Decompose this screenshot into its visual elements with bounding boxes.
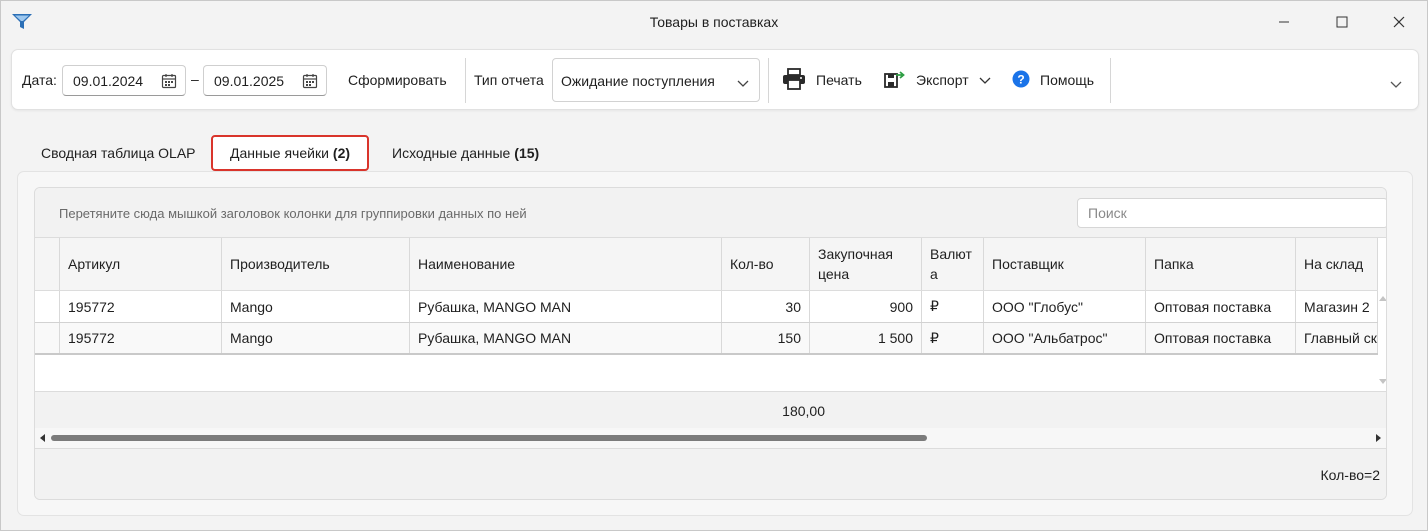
toolbar-divider bbox=[465, 58, 466, 103]
export-button[interactable]: Экспорт bbox=[884, 58, 991, 102]
chevron-down-icon bbox=[737, 75, 749, 91]
tab-label: Сводная таблица OLAP bbox=[41, 145, 196, 161]
report-type-value: Ожидание поступления bbox=[561, 73, 715, 89]
cell-supplier[interactable]: ООО "Глобус" bbox=[984, 291, 1146, 322]
close-button[interactable] bbox=[1376, 9, 1422, 35]
tab-label: Данные ячейки bbox=[230, 145, 329, 161]
column-header-name[interactable]: Наименование bbox=[410, 238, 722, 290]
toolbar-divider bbox=[768, 58, 769, 103]
cell-article[interactable]: 195772 bbox=[60, 291, 222, 322]
cell-supplier[interactable]: ООО "Альбатрос" bbox=[984, 323, 1146, 353]
cell-name[interactable]: Рубашка, MANGO MAN bbox=[410, 323, 722, 353]
chevron-down-icon bbox=[979, 72, 991, 88]
date-from-value: 09.01.2024 bbox=[73, 73, 144, 89]
cell-to-warehouse[interactable]: Магазин 2 bbox=[1296, 291, 1378, 322]
maximize-button[interactable] bbox=[1319, 9, 1365, 35]
column-header-supplier[interactable]: Поставщик bbox=[984, 238, 1146, 290]
search-input[interactable] bbox=[1077, 198, 1386, 228]
calendar-icon[interactable] bbox=[161, 73, 177, 92]
maximize-icon bbox=[1336, 16, 1348, 28]
cell-manufacturer[interactable]: Mango bbox=[222, 291, 410, 322]
footer-count: Кол-во=2 bbox=[1320, 467, 1381, 483]
column-header-purchase-price[interactable]: Закупочная цена bbox=[810, 238, 922, 290]
print-label: Печать bbox=[816, 72, 862, 88]
cell-article[interactable]: 195772 bbox=[60, 323, 222, 353]
scroll-left-arrow-icon[interactable] bbox=[38, 433, 46, 443]
scroll-down-arrow-icon bbox=[1379, 379, 1386, 384]
column-header-folder[interactable]: Папка bbox=[1146, 238, 1296, 290]
grid-footer: Кол-во=2 bbox=[35, 448, 1386, 499]
summary-quantity: 180,00 bbox=[782, 403, 825, 419]
column-header-to-warehouse[interactable]: На склад bbox=[1296, 238, 1378, 290]
cell-currency[interactable]: ₽ bbox=[922, 323, 984, 353]
generate-button[interactable]: Сформировать bbox=[348, 72, 447, 88]
export-label: Экспорт bbox=[916, 72, 969, 88]
date-separator: – bbox=[191, 71, 199, 87]
title-bar: Товары в поставках bbox=[1, 1, 1427, 43]
close-icon bbox=[1393, 16, 1405, 28]
report-type-label: Тип отчета bbox=[474, 72, 544, 88]
minimize-icon bbox=[1279, 21, 1289, 23]
data-grid: Перетяните сюда мышкой заголовок колонки… bbox=[34, 187, 1387, 500]
summary-row: 180,00 bbox=[35, 391, 1386, 428]
column-header-quantity[interactable]: Кол-во bbox=[722, 238, 810, 290]
table-row[interactable]: 195772 Mango Рубашка, MANGO MAN 30 900 ₽… bbox=[35, 291, 1378, 323]
tab-label: Исходные данные bbox=[392, 145, 511, 161]
cell-quantity[interactable]: 30 bbox=[722, 291, 810, 322]
print-button[interactable]: Печать bbox=[782, 58, 862, 102]
tab-source-data[interactable]: Исходные данные (15) bbox=[375, 135, 556, 171]
help-button[interactable]: ? Помощь bbox=[1012, 58, 1094, 102]
calendar-icon[interactable] bbox=[302, 73, 318, 92]
column-header-currency[interactable]: Валюта bbox=[922, 238, 984, 290]
grid-header: Артикул Производитель Наименование Кол-в… bbox=[35, 238, 1378, 291]
svg-text:?: ? bbox=[1017, 72, 1024, 86]
cell-purchase-price[interactable]: 900 bbox=[810, 291, 922, 322]
column-header-manufacturer[interactable]: Производитель bbox=[222, 238, 410, 290]
toolbar: Дата: 09.01.2024 – 09.01.2025 Сформирова… bbox=[11, 49, 1419, 110]
vertical-scrollbar[interactable] bbox=[1378, 291, 1386, 391]
scroll-up-arrow-icon bbox=[1379, 296, 1386, 301]
tab-count: (15) bbox=[514, 145, 540, 161]
date-label: Дата: bbox=[22, 72, 57, 88]
row-indicator-header bbox=[35, 238, 60, 290]
export-icon bbox=[884, 70, 906, 91]
cell-folder[interactable]: Оптовая поставка bbox=[1146, 323, 1296, 353]
date-to-value: 09.01.2025 bbox=[214, 73, 285, 89]
date-from-picker[interactable]: 09.01.2024 bbox=[62, 65, 186, 96]
cell-currency[interactable]: ₽ bbox=[922, 291, 984, 322]
tab-olap-pivot[interactable]: Сводная таблица OLAP bbox=[24, 135, 213, 171]
group-by-area[interactable]: Перетяните сюда мышкой заголовок колонки… bbox=[35, 188, 1386, 238]
toolbar-expand-chevron-icon[interactable] bbox=[1390, 76, 1402, 92]
row-indicator[interactable] bbox=[35, 291, 60, 322]
row-indicator[interactable] bbox=[35, 323, 60, 353]
cell-manufacturer[interactable]: Mango bbox=[222, 323, 410, 353]
window-title: Товары в поставках bbox=[649, 14, 779, 30]
scroll-right-arrow-icon[interactable] bbox=[1375, 433, 1383, 443]
cell-to-warehouse[interactable]: Главный склад bbox=[1296, 323, 1378, 353]
printer-icon bbox=[782, 67, 806, 93]
group-by-hint: Перетяните сюда мышкой заголовок колонки… bbox=[59, 206, 527, 221]
column-header-article[interactable]: Артикул bbox=[60, 238, 222, 290]
cell-name[interactable]: Рубашка, MANGO MAN bbox=[410, 291, 722, 322]
minimize-button[interactable] bbox=[1261, 9, 1307, 35]
tab-cell-data[interactable]: Данные ячейки (2) bbox=[211, 135, 370, 171]
cell-purchase-price[interactable]: 1 500 bbox=[810, 323, 922, 353]
cell-quantity[interactable]: 150 bbox=[722, 323, 810, 353]
date-to-picker[interactable]: 09.01.2025 bbox=[203, 65, 327, 96]
help-icon: ? bbox=[1012, 70, 1030, 91]
tab-content-panel: Перетяните сюда мышкой заголовок колонки… bbox=[17, 171, 1413, 516]
cell-folder[interactable]: Оптовая поставка bbox=[1146, 291, 1296, 322]
help-label: Помощь bbox=[1040, 72, 1095, 88]
horizontal-scroll-thumb[interactable] bbox=[51, 435, 927, 441]
toolbar-divider bbox=[1110, 58, 1111, 103]
app-window: Товары в поставках Дата: 09.01.2024 – 09… bbox=[0, 0, 1428, 531]
tab-count: (2) bbox=[332, 145, 351, 161]
report-type-select[interactable]: Ожидание поступления bbox=[552, 58, 760, 102]
table-row[interactable]: 195772 Mango Рубашка, MANGO MAN 150 1 50… bbox=[35, 323, 1378, 355]
horizontal-scrollbar[interactable] bbox=[35, 428, 1386, 448]
